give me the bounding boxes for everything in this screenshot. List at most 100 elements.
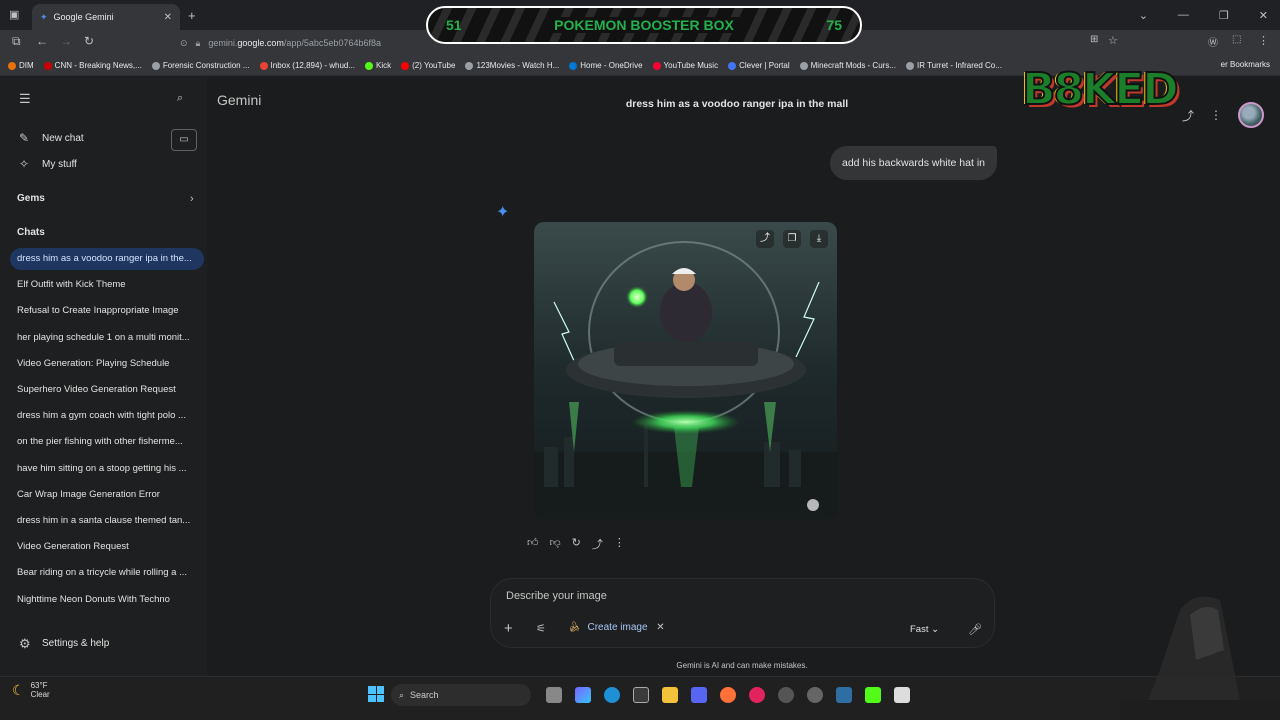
kick-icon[interactable] bbox=[865, 687, 881, 703]
chat-history-item[interactable]: Bear riding on a tricycle while rolling … bbox=[10, 562, 204, 584]
bookmark-item[interactable]: (2) YouTube bbox=[401, 61, 455, 70]
image-share-icon[interactable]: ⤴ bbox=[756, 230, 774, 248]
search-icon[interactable]: ⌕ bbox=[177, 92, 183, 105]
chat-history-item[interactable]: her playing schedule 1 on a multi monit.… bbox=[10, 327, 204, 349]
bookmark-item[interactable]: Clever | Portal bbox=[728, 61, 790, 70]
prompt-input-box[interactable]: Describe your image + ⚟ 🍌︎ Create image … bbox=[490, 578, 995, 648]
obs-icon[interactable] bbox=[778, 687, 794, 703]
chat-history-item[interactable]: Superhero Video Generation Request bbox=[10, 379, 204, 401]
bookmark-favicon-icon bbox=[8, 61, 16, 70]
edge-icon[interactable] bbox=[604, 687, 620, 703]
bookmark-label: Kick bbox=[376, 61, 392, 70]
hamburger-menu-icon[interactable]: ☰ bbox=[19, 91, 31, 107]
new-chat-button[interactable]: New chat bbox=[42, 133, 84, 144]
chat-history-item[interactable]: Nighttime Neon Donuts With Techno bbox=[10, 589, 204, 611]
bookmark-star-icon[interactable]: ☆ bbox=[1108, 34, 1118, 47]
chat-history-item[interactable]: Elf Outfit with Kick Theme bbox=[10, 274, 204, 296]
bookmark-item[interactable]: Inbox (12,894) - whud... bbox=[259, 61, 355, 70]
chat-history-item[interactable]: Video Generation: Playing Schedule bbox=[10, 353, 204, 375]
tab-search-icon[interactable]: ▣ bbox=[9, 8, 19, 21]
bookmark-item[interactable]: YouTube Music bbox=[652, 61, 718, 70]
bookmark-favicon-icon bbox=[652, 61, 661, 70]
thumbs-down-icon[interactable]: 👎︎ bbox=[550, 536, 561, 552]
file-explorer-icon[interactable] bbox=[662, 687, 678, 703]
minimize-icon[interactable]: — bbox=[1178, 9, 1189, 21]
bookmark-item[interactable]: DIM bbox=[8, 61, 34, 70]
bookmark-favicon-icon bbox=[799, 61, 808, 70]
notepad-icon[interactable] bbox=[894, 687, 910, 703]
browser-menu-icon[interactable]: ⋮ bbox=[1258, 34, 1269, 47]
bookmark-item[interactable]: CNN - Breaking News,... bbox=[43, 61, 142, 70]
taskbar-search[interactable]: ⌕ Search bbox=[391, 684, 531, 706]
back-icon[interactable]: ← bbox=[36, 34, 48, 48]
install-app-icon[interactable]: ⊞ bbox=[1090, 34, 1098, 45]
chat-history-item[interactable]: on the pier fishing with other fisherme.… bbox=[10, 431, 204, 453]
gems-header[interactable]: Gems bbox=[17, 193, 45, 204]
copilot-icon[interactable] bbox=[575, 687, 591, 703]
store-icon[interactable] bbox=[633, 687, 649, 703]
site-info-icon[interactable]: ⊙ bbox=[180, 38, 188, 49]
chat-history-item[interactable]: Video Generation Request bbox=[10, 536, 204, 558]
add-attachment-icon[interactable]: + bbox=[504, 620, 513, 637]
chat-history-item[interactable]: dress him as a voodoo ranger ipa in the.… bbox=[10, 248, 204, 270]
mode-selector[interactable]: Fast ⌄ bbox=[910, 624, 939, 635]
bookmark-favicon-icon bbox=[728, 61, 737, 70]
disclaimer: Gemini is AI and can make mistakes. bbox=[676, 661, 808, 670]
bookmark-item[interactable]: IR Turret - Infrared Co... bbox=[906, 61, 1002, 70]
more-actions-icon[interactable]: ⋮ bbox=[614, 536, 625, 552]
generated-image[interactable]: ⤴ ❐ ⤓ bbox=[534, 222, 837, 519]
tools-sliders-icon[interactable]: ⚟ bbox=[536, 622, 546, 635]
create-image-chip[interactable]: 🍌︎ Create image ✕ bbox=[568, 622, 665, 633]
remove-chip-icon[interactable]: ✕ bbox=[656, 622, 664, 633]
chat-history-item[interactable]: have him sitting on a stoop getting his … bbox=[10, 458, 204, 480]
photos-icon[interactable] bbox=[836, 687, 852, 703]
bookmark-item[interactable]: Forensic Construction ... bbox=[151, 61, 250, 70]
regenerate-icon[interactable]: ↻ bbox=[572, 536, 581, 552]
settings-help-link[interactable]: Settings & help bbox=[42, 638, 109, 649]
chat-history-item[interactable]: Refusal to Create Inappropriate Image bbox=[10, 300, 204, 322]
tab-list-chevron-icon[interactable]: ⌄ bbox=[1139, 9, 1148, 22]
settings-gear-icon: ⚙ bbox=[19, 636, 31, 651]
temporary-chat-icon[interactable]: ▭ bbox=[171, 129, 197, 151]
reload-icon[interactable]: ↻ bbox=[84, 34, 94, 48]
thumbs-up-icon[interactable]: 👍︎ bbox=[527, 536, 539, 552]
banner-title: POKEMON BOOSTER BOX bbox=[548, 17, 740, 33]
chat-history-item[interactable]: dress him a gym coach with tight polo ..… bbox=[10, 405, 204, 427]
browser-tab[interactable]: ✦ Google Gemini ✕ bbox=[32, 4, 180, 30]
new-tab-icon[interactable]: + bbox=[188, 8, 196, 23]
sidebar-toggle-icon[interactable]: ⧉ bbox=[12, 34, 21, 49]
app-title[interactable]: Gemini bbox=[217, 92, 261, 108]
forward-icon[interactable]: → bbox=[60, 34, 72, 48]
tab-close-icon[interactable]: ✕ bbox=[164, 12, 172, 23]
my-stuff-link[interactable]: My stuff bbox=[42, 159, 77, 170]
generated-image-art bbox=[534, 222, 837, 519]
chats-header: Chats bbox=[17, 227, 45, 238]
chevron-down-icon: ⌄ bbox=[931, 624, 940, 635]
other-bookmarks[interactable]: er Bookmarks bbox=[1221, 60, 1270, 69]
bookmark-item[interactable]: Home - OneDrive bbox=[569, 61, 643, 70]
restore-icon[interactable]: ❐ bbox=[1219, 9, 1229, 22]
bookmark-item[interactable]: Minecraft Mods - Curs... bbox=[799, 61, 896, 70]
app-icon[interactable] bbox=[807, 687, 823, 703]
image-copy-icon[interactable]: ❐ bbox=[783, 230, 801, 248]
extensions-puzzle-icon[interactable]: ⬚ bbox=[1232, 34, 1241, 45]
firefox-icon[interactable] bbox=[720, 687, 736, 703]
start-windows-icon[interactable] bbox=[368, 686, 384, 702]
media-player-icon[interactable] bbox=[749, 687, 765, 703]
extension-icon[interactable]: Ⓦ bbox=[1208, 34, 1218, 49]
chat-history-item[interactable]: Car Wrap Image Generation Error bbox=[10, 484, 204, 506]
account-avatar[interactable] bbox=[1238, 102, 1265, 128]
weather-widget[interactable]: ☾ 63°F Clear bbox=[12, 681, 50, 699]
share-response-icon[interactable]: ⤴ bbox=[592, 536, 603, 552]
microphone-icon[interactable]: 🎤︎ bbox=[968, 623, 982, 636]
close-window-icon[interactable]: ✕ bbox=[1259, 9, 1268, 22]
bookmark-item[interactable]: Kick bbox=[365, 61, 391, 70]
chevron-right-icon[interactable]: › bbox=[190, 193, 194, 205]
chat-history-item[interactable]: dress him in a santa clause themed tan..… bbox=[10, 510, 204, 532]
bookmark-item[interactable]: 123Movies - Watch H... bbox=[465, 61, 559, 70]
task-view-icon[interactable] bbox=[546, 687, 562, 703]
bookmark-favicon-icon bbox=[151, 61, 160, 70]
image-download-icon[interactable]: ⤓ bbox=[810, 230, 828, 248]
discord-icon[interactable] bbox=[691, 687, 707, 703]
prompt-input[interactable]: Describe your image bbox=[506, 590, 607, 602]
